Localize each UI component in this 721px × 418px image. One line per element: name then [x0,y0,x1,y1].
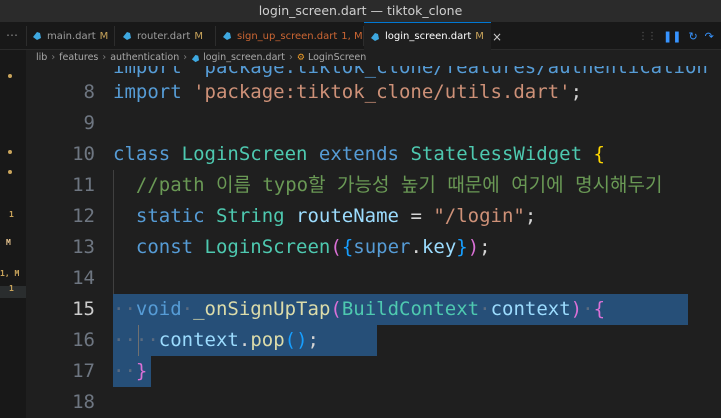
dart-file-icon [32,31,42,41]
step-over-icon[interactable]: ↷ [705,30,714,43]
tab-sign-up-screen-dart[interactable]: sign_up_screen.dart 1, M [222,22,363,50]
modified-dot-icon [8,150,12,154]
tab-status: M [475,31,484,42]
tab-label: sign_up_screen.dart [237,30,338,42]
line-number: 12 [72,205,95,227]
code-editor[interactable]: import 'package:tiktok_clone/features/au… [26,50,721,418]
code-text: static String routeName = "/login"; [135,205,537,227]
scm-mark: M [6,238,11,247]
line-number: 17 [72,360,95,382]
scm-gutter-strip: 1 M 1, M 1 [0,50,26,418]
line-number: 18 [72,391,95,413]
code-text: //path 이름 typo할 가능성 높기 때문에 여기에 명시해두기 [135,174,663,196]
dart-file-icon [122,31,132,41]
code-text: ··} [113,360,148,382]
debug-toolbar: ⋮⋮ ❚❚ ↻ ↷ ↓ ↑ [634,25,721,47]
tab-label: router.dart [137,30,191,42]
code-line[interactable]: 8 import 'package:tiktok_clone/utils.dart… [26,77,721,108]
tab-separator [215,26,216,46]
dart-file-icon [222,31,232,41]
code-text: import 'package:tiktok_clone/utils.dart'… [113,81,583,103]
code-text: const LoginScreen({super.key}); [135,236,491,258]
tab-separator [114,26,115,46]
code-line[interactable]: 15 ··void·_onSignUpTap(BuildContext·conte… [26,294,721,325]
code-line[interactable]: 11 //path 이름 typo할 가능성 높기 때문에 여기에 명시해두기 [26,170,721,201]
tab-status: 1, M [341,30,363,42]
line-number: 9 [83,112,95,134]
line-number: 16 [72,329,95,351]
tab-main-dart[interactable]: main.dart M [32,22,111,50]
line-number: 8 [83,81,95,103]
code-text: ··void·_onSignUpTap(BuildContext·context… [113,298,606,320]
pause-icon[interactable]: ❚❚ [663,30,681,43]
scm-mark: 1, M [0,269,20,278]
tab-label: login_screen.dart [385,31,472,42]
line-number: 15 [72,298,95,320]
tab-login-screen-dart[interactable]: login_screen.dart M × [364,22,502,50]
code-line[interactable]: 9 [26,108,721,139]
tab-separator [26,26,27,46]
restart-icon[interactable]: ↻ [688,30,697,43]
code-line[interactable]: 14 [26,263,721,294]
tab-label: main.dart [47,30,96,42]
line-number: 11 [72,174,95,196]
line-number: 14 [72,267,95,289]
code-line[interactable]: 13 const LoginScreen({super.key}); [26,232,721,263]
code-line[interactable]: 12 static String routeName = "/login"; [26,201,721,232]
window-title: login_screen.dart — tiktok_clone [0,0,721,22]
scm-mark: 1 [9,210,14,219]
code-text: ····context.pop(); [113,329,319,351]
tab-status: M [194,30,203,42]
line-number: 13 [72,236,95,258]
code-line[interactable]: 16 ····context.pop(); [26,325,721,356]
close-tab-icon[interactable]: × [492,30,502,44]
code-text: class LoginScreen extends StatelessWidge… [113,143,605,165]
line-number: 10 [72,143,95,165]
code-area[interactable]: import 'package:tiktok_clone/features/au… [26,50,721,418]
drag-handle-icon[interactable]: ⋮⋮ [638,31,657,42]
code-line[interactable]: 17 ··} [26,356,721,387]
tab-status: M [99,30,109,42]
dart-file-icon [370,32,380,42]
modified-dot-icon [8,74,12,78]
modified-dot-icon [8,170,12,174]
more-actions-icon[interactable]: ⋯ [6,22,19,50]
scm-mark: 1 [9,284,14,293]
code-line[interactable]: 18 [26,387,721,418]
code-line[interactable]: 10 class LoginScreen extends StatelessWid… [26,139,721,170]
tab-router-dart[interactable]: router.dart M [122,22,210,50]
editor-tab-bar: ⋯ main.dart M router.dart M sign_up_scre… [0,22,721,50]
